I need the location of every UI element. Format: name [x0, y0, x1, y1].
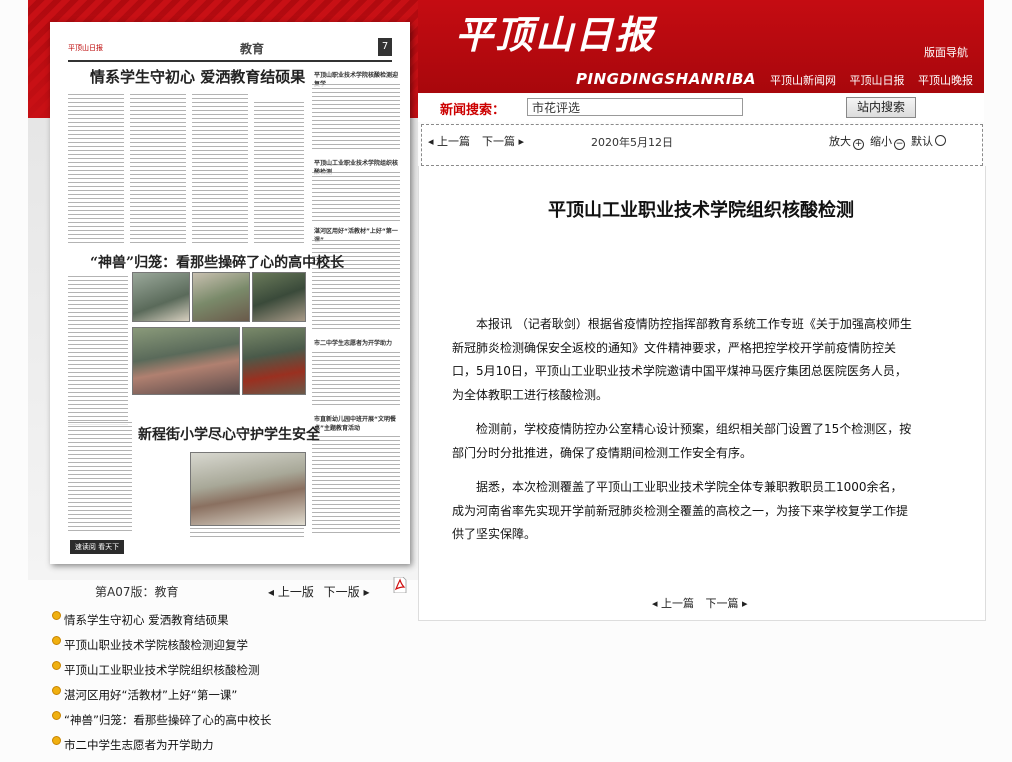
paper-page-number: 7 — [378, 38, 392, 56]
article-list: 情系学生守初心 爱洒教育结硕果 平顶山职业技术学院核酸检测迎复学 平顶山工业职业… — [52, 611, 412, 762]
bullet-icon — [52, 686, 61, 695]
paper-text-block — [312, 84, 400, 152]
article-paragraph: 检测前，学校疫情防控办公室精心设计预案，组织相关部门设置了15个检测区，按部门分… — [452, 422, 912, 460]
paper-text-block — [130, 94, 186, 244]
paper-photo — [132, 272, 190, 322]
paper-text-block — [192, 94, 248, 244]
zoom-controls: 放大 缩小 默认 — [829, 133, 952, 150]
paper-photo — [242, 327, 306, 395]
paper-headline[interactable]: 情系学生守初心 爱洒教育结硕果 — [90, 66, 305, 87]
zoom-out-label[interactable]: 缩小 — [870, 135, 892, 148]
bullet-icon — [52, 736, 61, 745]
prev-article-bottom-link[interactable]: ◂ 上一篇 — [652, 597, 694, 610]
paper-photo — [192, 272, 250, 322]
paper-footer-tag: 速读阅 看天下 — [70, 540, 124, 554]
paper-headline[interactable]: “神兽”归笼：看那些操碎了心的高中校长 — [90, 252, 344, 272]
paper-text-block — [190, 528, 304, 538]
page-caption: 第A07版：教育 — [95, 585, 179, 599]
list-item[interactable]: “神兽”归笼：看那些操碎了心的高中校长 — [52, 711, 412, 737]
newspaper-page-image[interactable]: 平顶山日报 教育 7 情系学生守初心 爱洒教育结硕果 平顶山职业技术学院核酸检测… — [50, 22, 410, 564]
paper-text-block — [68, 94, 124, 244]
next-article-bottom-link[interactable]: 下一篇 ▸ — [706, 597, 748, 610]
paper-headline[interactable]: 新程街小学尽心守护学生安全 — [138, 424, 320, 444]
paper-page-header: 平顶山日报 教育 7 — [68, 38, 392, 62]
paper-masthead-small: 平顶山日报 — [68, 44, 103, 52]
search-label: 新闻搜索： — [440, 103, 506, 118]
link-daily[interactable]: 平顶山日报 — [850, 74, 905, 87]
prev-page-link[interactable]: ◂ 上一版 — [268, 585, 314, 599]
bullet-icon — [52, 711, 61, 720]
bullet-icon — [52, 611, 61, 620]
link-news-site[interactable]: 平顶山新闻网 — [770, 74, 836, 87]
site-logo: 平顶山日报 — [455, 12, 656, 57]
issue-date: 2020年5月12日 — [591, 136, 673, 149]
list-item[interactable]: 平顶山工业职业技术学院组织核酸检测 — [52, 661, 412, 687]
paper-side-headline[interactable]: 市二中学生志愿者为开学助力 — [314, 338, 400, 347]
article-paragraph: 据悉，本次检测覆盖了平顶山工业职业技术学院全体专兼职教职员工1000余名，成为河… — [452, 480, 909, 541]
zoom-default-label[interactable]: 默认 — [911, 135, 933, 148]
zoom-in-label[interactable]: 放大 — [829, 135, 851, 148]
paper-text-block — [254, 102, 304, 244]
list-item[interactable]: 情系学生守初心 爱洒教育结硕果 — [52, 611, 412, 637]
paper-photo — [190, 452, 306, 526]
zoom-default-icon[interactable] — [935, 135, 946, 146]
paper-text-block — [312, 172, 400, 222]
paper-text-block — [68, 276, 128, 426]
paper-side-headline[interactable]: 市直新幼儿园中班开展“文明餐桌”主题教育活动 — [314, 414, 400, 432]
paper-photo — [252, 272, 306, 322]
paper-text-block — [68, 422, 132, 534]
bullet-icon — [52, 661, 61, 670]
list-item[interactable]: 湛河区用好“活教材”上好“第一课” — [52, 686, 412, 712]
list-item[interactable]: 平顶山职业技术学院核酸检测迎复学 — [52, 636, 412, 662]
next-article-link[interactable]: 下一篇 ▸ — [482, 133, 524, 149]
search-button[interactable]: 站内搜索 — [846, 97, 916, 118]
zoom-out-icon[interactable] — [894, 139, 905, 150]
paper-section-name: 教育 — [240, 42, 265, 56]
pdf-icon[interactable] — [393, 577, 407, 593]
site-links: 平顶山新闻网 平顶山日报 平顶山晚报 — [770, 72, 983, 88]
bullet-icon — [52, 636, 61, 645]
article-body: 本报讯 （记者耿剑）根据省疫情防控指挥部教育系统工作专班《关于加强高校师生新冠肺… — [452, 313, 912, 558]
list-item[interactable]: 市二中学生志愿者为开学助力 — [52, 736, 412, 762]
paper-text-block — [312, 352, 400, 408]
article-title: 平顶山工业职业技术学院组织核酸检测 — [548, 200, 854, 221]
paper-photo — [132, 327, 240, 395]
prev-article-link[interactable]: ◂ 上一篇 — [428, 133, 470, 149]
article-pager: ◂ 上一篇 下一篇 ▸ — [652, 595, 756, 611]
paper-text-block — [312, 436, 400, 536]
article-paragraph: 本报讯 （记者耿剑）根据省疫情防控指挥部教育系统工作专班《关于加强高校师生新冠肺… — [452, 317, 912, 402]
page-nav-link[interactable]: 版面导航 — [924, 44, 968, 60]
next-page-link[interactable]: 下一版 ▸ — [324, 585, 370, 599]
link-evening[interactable]: 平顶山晚报 — [918, 74, 973, 87]
zoom-in-icon[interactable] — [853, 139, 864, 150]
page-pager: ◂ 上一版 下一版 ▸ — [268, 583, 376, 600]
search-input[interactable] — [527, 98, 743, 116]
site-logo-pinyin: PINGDINGSHANRIBA — [576, 70, 757, 88]
